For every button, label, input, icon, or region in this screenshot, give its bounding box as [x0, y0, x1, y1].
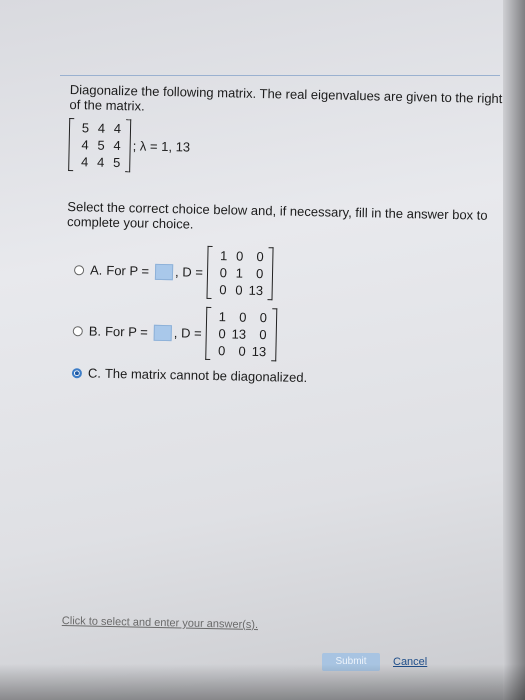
instruction-text: Select the correct choice below and, if …: [66, 198, 488, 232]
matrix-cell: 4: [81, 137, 89, 153]
matrix-cell: 1: [218, 309, 227, 325]
radio-choice-a[interactable]: [73, 264, 85, 275]
d-label: , D =: [173, 325, 202, 341]
matrix-cell: 0: [235, 248, 244, 264]
matrix-cell: 4: [96, 154, 105, 170]
matrix-cell: 0: [256, 248, 264, 265]
matrix-cell: 0: [218, 326, 226, 342]
choice-letter: B.: [88, 323, 102, 339]
matrix-cell: 0: [259, 327, 267, 343]
problem-statement: Diagonalize the following matrix. The re…: [69, 82, 503, 114]
divider: [60, 75, 500, 76]
d-label: , D =: [174, 264, 204, 280]
choice-a[interactable]: A. For P = , D = 1 0 0 0 1 0 0 0 13: [73, 243, 507, 305]
matrix-cell: 0: [239, 309, 247, 325]
given-matrix: 5 4 4 4 5 4 4 4 5: [68, 117, 132, 173]
matrix-cell: 4: [97, 120, 106, 136]
matrix-cell: 5: [97, 137, 105, 153]
matrix-cell: 0: [217, 343, 226, 359]
matrix-cell: 4: [80, 154, 89, 170]
matrix-cell: 4: [113, 137, 121, 154]
matrix-cell: 13: [231, 326, 247, 342]
choice-c[interactable]: C. The matrix cannot be diagonalized.: [71, 365, 504, 389]
answer-box-p[interactable]: [153, 324, 173, 341]
matrix-cell: 0: [219, 282, 227, 298]
choice-prefix: For P =: [106, 262, 150, 279]
answer-box-p[interactable]: [154, 263, 174, 280]
device-edge: [503, 0, 525, 700]
matrix-cell: 0: [255, 265, 264, 282]
question-panel: Diagonalize the following matrix. The re…: [64, 82, 510, 397]
hint-text: Click to select and enter your answer(s)…: [62, 615, 258, 631]
photo-shadow: [0, 664, 525, 700]
screen: Diagonalize the following matrix. The re…: [0, 0, 525, 700]
matrix-cell: 5: [112, 154, 121, 171]
choice-letter: C.: [87, 365, 102, 381]
matrix-cell: 0: [235, 282, 243, 298]
radio-choice-c[interactable]: [71, 367, 83, 378]
given-matrix-row: 5 4 4 4 5 4 4 4 5 ; λ = 1, 13: [68, 117, 509, 180]
matrix-cell: 0: [259, 310, 268, 326]
d-matrix-b: 1 0 0 0 13 0 0 0 13: [205, 306, 278, 362]
radio-choice-b[interactable]: [72, 325, 83, 336]
matrix-cell: 1: [235, 265, 244, 281]
choice-text: The matrix cannot be diagonalized.: [104, 365, 308, 386]
matrix-cell: 0: [238, 343, 246, 359]
choice-letter: A.: [89, 262, 103, 278]
matrix-cell: 5: [81, 120, 90, 136]
d-matrix-a: 1 0 0 0 1 0 0 0 13: [206, 245, 274, 301]
matrix-cell: 4: [113, 120, 122, 137]
matrix-cell: 13: [248, 282, 264, 299]
hint-label: Click to select and enter your answer(s)…: [61, 615, 259, 632]
matrix-cell: 0: [219, 265, 228, 281]
matrix-cell: 1: [219, 248, 228, 264]
choice-prefix: For P =: [104, 323, 148, 340]
matrix-cell: 13: [251, 343, 267, 360]
choice-b[interactable]: B. For P = , D = 1 0 0 0 13 0 0 0 13: [72, 304, 505, 366]
eigenvalues-label: ; λ = 1, 13: [132, 138, 191, 155]
